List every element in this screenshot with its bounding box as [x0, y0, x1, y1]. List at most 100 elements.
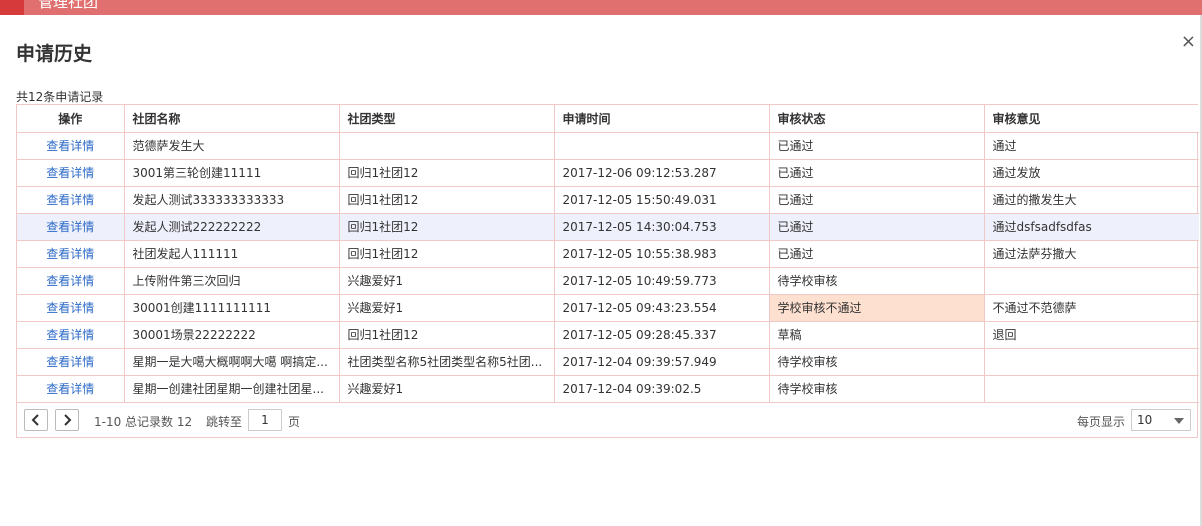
- caret-down-icon: [1174, 417, 1184, 424]
- cell-review-opinion-cell: 通过dsfsadfsdfas: [984, 213, 1199, 241]
- cell-review-opinion-cell: 通过: [984, 132, 1199, 160]
- table-row: 查看详情 星期一是大噶大概啊啊大噶 啊搞定... 社团类型名称5社团类型名称5社团.…: [17, 348, 1199, 376]
- table-row: 查看详情 星期一创建社团星期一创建社团星... 兴趣爱好1 2017-12-04 09…: [17, 375, 1199, 403]
- cell-club-type: 兴趣爱好1: [347, 301, 404, 315]
- cell-apply-time: 2017-12-05 15:50:49.031: [562, 192, 717, 207]
- page-size-label: 每页显示: [1076, 414, 1125, 429]
- cell-club-type-cell: 回归1社团12: [339, 240, 555, 268]
- table-row: 查看详情 30001场景22222222 回归1社团12 2017-12-05 09:…: [17, 321, 1199, 349]
- cell-review-status: 已通过: [777, 166, 814, 180]
- cell-club-name-cell: 上传附件第三次回归: [124, 267, 340, 295]
- view-details-link-cell: 查看详情: [17, 267, 125, 295]
- cell-club-type-cell: 社团类型名称5社团类型名称5社团...: [339, 348, 555, 376]
- column-header-status[interactable]: 审核状态: [769, 105, 985, 133]
- cell-review-opinion-cell: [984, 267, 1199, 295]
- view-details-link[interactable]: 查看详情: [46, 274, 94, 288]
- cell-apply-time-cell: 2017-12-05 10:55:38.983: [554, 240, 770, 268]
- cell-club-name: 社团发起人111111: [132, 247, 239, 261]
- record-count: 共12条申请记录: [16, 90, 104, 104]
- cell-apply-time: 2017-12-05 10:55:38.983: [562, 246, 717, 261]
- page-size-select[interactable]: 10: [1131, 408, 1191, 431]
- pagination-bar: 1-10 总记录数 12 跳转至 页 每页显示 10: [17, 402, 1197, 437]
- cell-apply-time: 2017-12-05 09:28:45.337: [562, 327, 717, 342]
- cell-apply-time: 2017-12-05 14:30:04.753: [562, 219, 717, 234]
- view-details-link[interactable]: 查看详情: [46, 382, 94, 396]
- cell-apply-time: 2017-12-05 09:43:23.554: [562, 300, 717, 315]
- cell-club-name: 30001场景22222222: [132, 328, 256, 342]
- cell-club-name-cell: 发起人测试333333333333: [124, 186, 340, 214]
- next-page-button[interactable]: [55, 408, 79, 431]
- cell-club-type: 兴趣爱好1: [347, 274, 404, 288]
- banner-title: 管理社团: [38, 0, 99, 11]
- view-details-link-cell: 查看详情: [17, 213, 125, 241]
- cell-club-type: 回归1社团12: [347, 328, 419, 342]
- cell-club-type-cell: 回归1社团12: [339, 213, 555, 241]
- table-row: 查看详情 发起人测试222222222 回归1社团12 2017-12-05 14:3…: [17, 213, 1199, 241]
- column-header-type[interactable]: 社团类型: [339, 105, 555, 133]
- prev-page-button[interactable]: [24, 408, 48, 431]
- cell-apply-time-cell: 2017-12-05 15:50:49.031: [554, 186, 770, 214]
- view-details-link[interactable]: 查看详情: [46, 220, 94, 234]
- close-icon[interactable]: ×: [1181, 33, 1196, 51]
- cell-review-status-cell: 待学校审核: [769, 267, 985, 295]
- cell-club-name-cell: 星期一是大噶大概啊啊大噶 啊搞定...: [124, 348, 340, 376]
- view-details-link[interactable]: 查看详情: [46, 301, 94, 315]
- cell-review-opinion-cell: [984, 375, 1199, 403]
- cell-review-status-cell: 已通过: [769, 213, 985, 241]
- cell-review-status: 待学校审核: [777, 274, 838, 288]
- page-number-input[interactable]: [248, 408, 282, 431]
- column-header-opinion[interactable]: 审核意见: [984, 105, 1199, 133]
- cell-club-name: 发起人测试333333333333: [132, 193, 285, 207]
- view-details-link-cell: 查看详情: [17, 159, 125, 187]
- cell-review-status: 草稿: [777, 328, 802, 342]
- cell-review-opinion-cell: [984, 348, 1199, 376]
- cell-review-status-cell: 已通过: [769, 159, 985, 187]
- column-header-name[interactable]: 社团名称: [124, 105, 340, 133]
- cell-apply-time-cell: 2017-12-04 09:39:57.949: [554, 348, 770, 376]
- cell-review-opinion-cell: 不通过不范德萨: [984, 294, 1199, 322]
- column-header-action[interactable]: 操作: [17, 105, 125, 133]
- cell-apply-time-cell: 2017-12-06 09:12:53.287: [554, 159, 770, 187]
- page-unit-label: 页: [288, 414, 301, 429]
- view-details-link[interactable]: 查看详情: [46, 247, 94, 261]
- view-details-link-cell: 查看详情: [17, 294, 125, 322]
- cell-apply-time: 2017-12-05 10:49:59.773: [562, 273, 717, 288]
- cell-review-status: 已通过: [777, 139, 814, 153]
- cell-apply-time: 2017-12-04 09:39:02.5: [562, 381, 702, 396]
- column-header-time[interactable]: 申请时间: [554, 105, 770, 133]
- cell-club-type-cell: [339, 132, 555, 160]
- cell-apply-time-cell: [554, 132, 770, 160]
- cell-club-name-cell: 星期一创建社团星期一创建社团星...: [124, 375, 340, 403]
- cell-review-opinion: 退回: [992, 328, 1017, 342]
- cell-club-name: 星期一创建社团星期一创建社团星...: [132, 382, 324, 396]
- cell-review-opinion: 通过: [992, 139, 1017, 153]
- cell-club-name-cell: 发起人测试222222222: [124, 213, 340, 241]
- table-row: 查看详情 3001第三轮创建11111 回归1社团12 2017-12-06 09:1…: [17, 159, 1199, 187]
- view-details-link[interactable]: 查看详情: [46, 355, 94, 369]
- cell-club-type: 回归1社团12: [347, 166, 419, 180]
- cell-club-name: 3001第三轮创建11111: [132, 166, 262, 180]
- cell-club-type-cell: 回归1社团12: [339, 186, 555, 214]
- cell-club-name: 上传附件第三次回归: [132, 274, 241, 288]
- cell-apply-time-cell: 2017-12-05 14:30:04.753: [554, 213, 770, 241]
- view-details-link[interactable]: 查看详情: [46, 328, 94, 342]
- view-details-link-cell: 查看详情: [17, 321, 125, 349]
- cell-review-status: 已通过: [777, 247, 814, 261]
- cell-review-opinion-cell: 通过法萨芬撒大: [984, 240, 1199, 268]
- cell-club-type-cell: 兴趣爱好1: [339, 375, 555, 403]
- table-row: 查看详情 社团发起人111111 回归1社团12 2017-12-05 10:55:3…: [17, 240, 1199, 268]
- view-details-link[interactable]: 查看详情: [46, 139, 94, 153]
- table-row: 查看详情 30001创建1111111111 兴趣爱好1 2017-12-05 09:…: [17, 294, 1199, 322]
- cell-club-name-cell: 30001创建1111111111: [124, 294, 340, 322]
- cell-club-name: 范德萨发生大: [132, 139, 205, 153]
- cell-club-type: 兴趣爱好1: [347, 382, 404, 396]
- table-header-row: 操作 社团名称 社团类型 申请时间 审核状态 审核意见: [17, 105, 1199, 133]
- cell-club-type-cell: 回归1社团12: [339, 321, 555, 349]
- view-details-link[interactable]: 查看详情: [46, 166, 94, 180]
- view-details-link[interactable]: 查看详情: [46, 193, 94, 207]
- view-details-link-cell: 查看详情: [17, 348, 125, 376]
- modal-title: 申请历史: [16, 43, 93, 65]
- cell-review-opinion: 通过的撒发生大: [992, 193, 1077, 207]
- page-size-value: 10: [1137, 412, 1153, 427]
- cell-apply-time-cell: 2017-12-05 09:28:45.337: [554, 321, 770, 349]
